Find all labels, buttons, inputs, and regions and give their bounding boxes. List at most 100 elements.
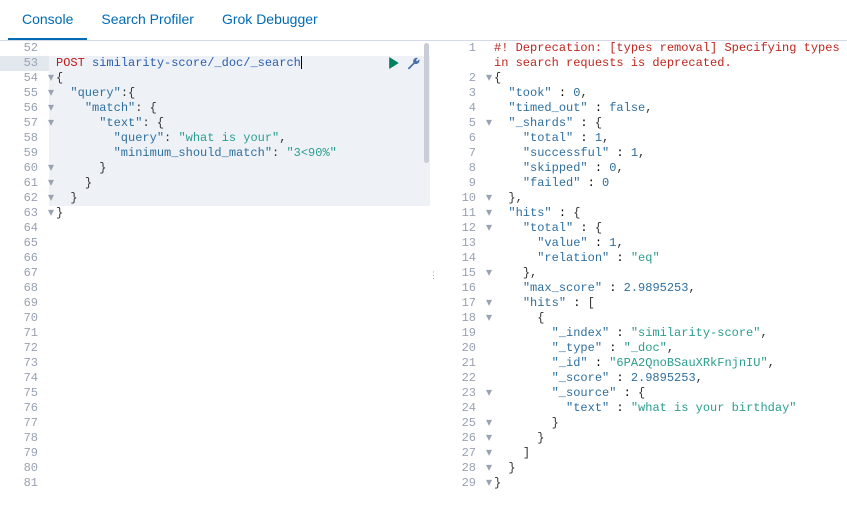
- fold-toggle[interactable]: ▾: [484, 386, 494, 401]
- fold-toggle[interactable]: ▾: [46, 71, 56, 86]
- response-line[interactable]: 16 "max_score" : 2.9895253,: [438, 281, 847, 296]
- fold-toggle[interactable]: ▾: [484, 116, 494, 131]
- request-line[interactable]: 65: [0, 236, 430, 251]
- request-line[interactable]: 81: [0, 476, 430, 491]
- fold-toggle[interactable]: ▾: [46, 176, 56, 191]
- response-line[interactable]: 9 "failed" : 0: [438, 176, 847, 191]
- request-line[interactable]: 61▾ }: [0, 176, 430, 191]
- tab-console[interactable]: Console: [8, 0, 87, 40]
- response-line[interactable]: 4 "timed_out" : false,: [438, 101, 847, 116]
- response-line[interactable]: 28▾ }: [438, 461, 847, 476]
- response-line[interactable]: 8 "skipped" : 0,: [438, 161, 847, 176]
- tab-search-profiler[interactable]: Search Profiler: [87, 0, 208, 40]
- response-line[interactable]: 21 "_id" : "6PA2QnoBSauXRkFnjnIU",: [438, 356, 847, 371]
- fold-toggle[interactable]: ▾: [484, 206, 494, 221]
- line-number: 21: [438, 356, 484, 371]
- response-line[interactable]: 5▾ "_shards" : {: [438, 116, 847, 131]
- fold-toggle[interactable]: ▾: [484, 446, 494, 461]
- fold-toggle[interactable]: ▾: [484, 266, 494, 281]
- request-line[interactable]: 79: [0, 446, 430, 461]
- request-line[interactable]: 57▾ "text": {: [0, 116, 430, 131]
- pane-splitter[interactable]: ⋮: [430, 41, 438, 509]
- response-line[interactable]: 20 "_type" : "_doc",: [438, 341, 847, 356]
- fold-toggle[interactable]: ▾: [484, 476, 494, 491]
- request-line[interactable]: 75: [0, 386, 430, 401]
- fold-toggle[interactable]: ▾: [484, 71, 494, 86]
- response-line[interactable]: 27▾ ]: [438, 446, 847, 461]
- response-line[interactable]: 2▾{: [438, 71, 847, 86]
- response-line[interactable]: 18▾ {: [438, 311, 847, 326]
- response-line[interactable]: 13 "value" : 1,: [438, 236, 847, 251]
- fold-toggle[interactable]: ▾: [46, 191, 56, 206]
- response-line[interactable]: 10▾ },: [438, 191, 847, 206]
- fold-toggle[interactable]: ▾: [484, 461, 494, 476]
- request-line[interactable]: 54▾{: [0, 71, 430, 86]
- request-line[interactable]: 74: [0, 371, 430, 386]
- request-line[interactable]: 68: [0, 281, 430, 296]
- response-line[interactable]: 23▾ "_source" : {: [438, 386, 847, 401]
- request-line[interactable]: 69: [0, 296, 430, 311]
- response-line[interactable]: 22 "_score" : 2.9895253,: [438, 371, 847, 386]
- response-line[interactable]: 24 "text" : "what is your birthday": [438, 401, 847, 416]
- fold-toggle[interactable]: ▾: [484, 416, 494, 431]
- fold-toggle[interactable]: ▾: [46, 86, 56, 101]
- response-line[interactable]: 3 "took" : 0,: [438, 86, 847, 101]
- request-line[interactable]: 59 "minimum_should_match": "3<90%": [0, 146, 430, 161]
- request-line[interactable]: 76: [0, 401, 430, 416]
- line-content: POST similarity-score/_doc/_search: [56, 56, 302, 70]
- fold-toggle[interactable]: ▾: [484, 191, 494, 206]
- line-content: "value" : 1,: [494, 236, 624, 250]
- fold-toggle: [484, 356, 494, 371]
- request-line[interactable]: 78: [0, 431, 430, 446]
- fold-toggle[interactable]: ▾: [46, 206, 56, 221]
- request-editor[interactable]: 52 53 POST similarity-score/_doc/_search…: [0, 41, 430, 509]
- response-line[interactable]: 26▾ }: [438, 431, 847, 446]
- fold-toggle[interactable]: ▾: [484, 296, 494, 311]
- response-line[interactable]: 11▾ "hits" : {: [438, 206, 847, 221]
- request-line[interactable]: 80: [0, 461, 430, 476]
- line-number: 18: [438, 311, 484, 326]
- request-scrollbar[interactable]: [423, 41, 430, 509]
- fold-toggle: [46, 146, 56, 161]
- fold-toggle[interactable]: ▾: [484, 221, 494, 236]
- request-line[interactable]: 77: [0, 416, 430, 431]
- fold-toggle[interactable]: ▾: [484, 311, 494, 326]
- request-line[interactable]: 52: [0, 41, 430, 56]
- response-line[interactable]: 1 #! Deprecation: [types removal] Specif…: [438, 41, 847, 71]
- response-viewer[interactable]: 1 #! Deprecation: [types removal] Specif…: [438, 41, 847, 509]
- fold-toggle[interactable]: ▾: [46, 161, 56, 176]
- wrench-icon[interactable]: [406, 56, 420, 75]
- response-line[interactable]: 12▾ "total" : {: [438, 221, 847, 236]
- play-icon[interactable]: [388, 57, 400, 74]
- response-line[interactable]: 15▾ },: [438, 266, 847, 281]
- response-line[interactable]: 17▾ "hits" : [: [438, 296, 847, 311]
- request-line[interactable]: 67: [0, 266, 430, 281]
- request-line[interactable]: 63▾}: [0, 206, 430, 221]
- tab-grok-debugger[interactable]: Grok Debugger: [208, 0, 332, 40]
- line-number: 23: [438, 386, 484, 401]
- fold-toggle: [46, 416, 56, 431]
- fold-toggle[interactable]: ▾: [484, 431, 494, 446]
- request-line[interactable]: 70: [0, 311, 430, 326]
- response-line[interactable]: 6 "total" : 1,: [438, 131, 847, 146]
- request-line[interactable]: 55▾ "query":{: [0, 86, 430, 101]
- fold-toggle[interactable]: ▾: [46, 116, 56, 131]
- request-line[interactable]: 64: [0, 221, 430, 236]
- response-line[interactable]: 25▾ }: [438, 416, 847, 431]
- request-line[interactable]: 66: [0, 251, 430, 266]
- response-line[interactable]: 14 "relation" : "eq": [438, 251, 847, 266]
- response-line[interactable]: 19 "_index" : "similarity-score",: [438, 326, 847, 341]
- request-line[interactable]: 72: [0, 341, 430, 356]
- fold-toggle[interactable]: ▾: [46, 101, 56, 116]
- request-line[interactable]: 60▾ }: [0, 161, 430, 176]
- line-number: 7: [438, 146, 484, 161]
- request-line[interactable]: 53 POST similarity-score/_doc/_search: [0, 56, 430, 71]
- response-line[interactable]: 29▾}: [438, 476, 847, 491]
- line-content: "successful" : 1,: [494, 146, 645, 160]
- request-line[interactable]: 73: [0, 356, 430, 371]
- response-line[interactable]: 7 "successful" : 1,: [438, 146, 847, 161]
- request-line[interactable]: 62▾ }: [0, 191, 430, 206]
- request-line[interactable]: 71: [0, 326, 430, 341]
- request-line[interactable]: 58 "query": "what is your",: [0, 131, 430, 146]
- request-line[interactable]: 56▾ "match": {: [0, 101, 430, 116]
